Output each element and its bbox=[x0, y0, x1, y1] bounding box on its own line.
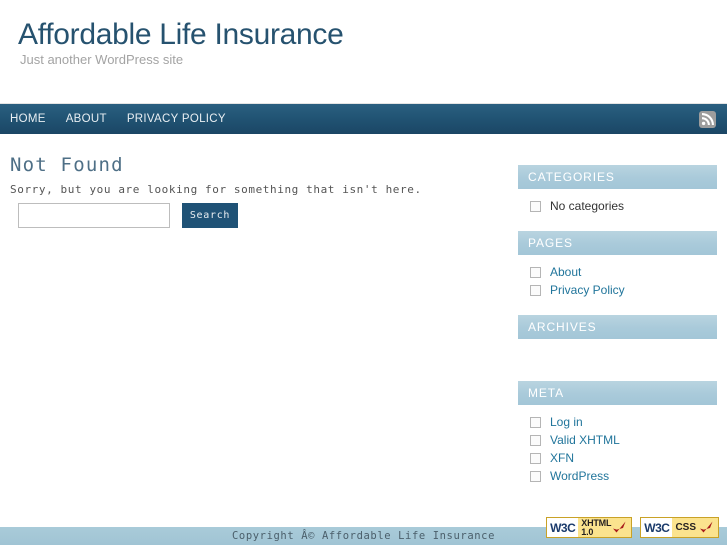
page-root: Affordable Life Insurance Just another W… bbox=[0, 0, 727, 545]
css-badge-body: CSS bbox=[672, 518, 718, 537]
sidebar-link-privacy-policy[interactable]: Privacy Policy bbox=[550, 281, 625, 299]
w3c-xhtml-validation-badge[interactable]: W3C XHTML 1.0 bbox=[546, 517, 633, 538]
w3c-logo-icon: W3C bbox=[547, 518, 579, 537]
site-title[interactable]: Affordable Life Insurance bbox=[18, 17, 344, 53]
nav-item-about[interactable]: ABOUT bbox=[56, 104, 117, 135]
widget-list-categories: No categories bbox=[518, 189, 717, 215]
nav-item-privacy-policy[interactable]: PRIVACY POLICY bbox=[117, 104, 236, 135]
sidebar-link-xfn[interactable]: XFN bbox=[550, 449, 574, 467]
bullet-placeholder-icon bbox=[530, 416, 541, 428]
sidebar-link-log-in[interactable]: Log in bbox=[550, 413, 583, 431]
site-description: Just another WordPress site bbox=[20, 52, 184, 67]
bullet-placeholder-icon bbox=[530, 470, 541, 482]
list-item[interactable]: About bbox=[518, 263, 717, 281]
search-form: Search bbox=[18, 203, 238, 228]
w3c-logo-icon: W3C bbox=[641, 518, 673, 537]
search-input[interactable] bbox=[18, 203, 170, 228]
bullet-placeholder-icon bbox=[530, 284, 541, 296]
list-item[interactable]: Log in bbox=[518, 413, 717, 431]
sidebar: CATEGORIES No categories PAGES About Pri… bbox=[518, 165, 717, 501]
list-item[interactable]: Valid XHTML bbox=[518, 431, 717, 449]
xhtml-badge-lines: XHTML 1.0 bbox=[581, 518, 611, 537]
nav-link-home[interactable]: HOME bbox=[0, 104, 56, 135]
nav-list: HOME ABOUT PRIVACY POLICY bbox=[0, 104, 236, 135]
widget-title-pages: PAGES bbox=[518, 231, 717, 255]
list-item[interactable]: Privacy Policy bbox=[518, 281, 717, 299]
widget-meta: META Log in Valid XHTML XFN WordPress bbox=[518, 381, 717, 485]
list-item[interactable]: WordPress bbox=[518, 467, 717, 485]
widget-categories: CATEGORIES No categories bbox=[518, 165, 717, 215]
site-header: Affordable Life Insurance Just another W… bbox=[0, 0, 727, 103]
css-badge-label: CSS bbox=[675, 522, 696, 533]
nav-link-about[interactable]: ABOUT bbox=[56, 104, 117, 135]
widget-pages: PAGES About Privacy Policy bbox=[518, 231, 717, 299]
rss-feed-icon[interactable] bbox=[699, 111, 716, 128]
not-found-message: Sorry, but you are looking for something… bbox=[10, 183, 422, 196]
nav-item-home[interactable]: HOME bbox=[0, 104, 56, 135]
page-title: Not Found bbox=[10, 154, 124, 176]
widget-title-archives: ARCHIVES bbox=[518, 315, 717, 339]
search-button[interactable]: Search bbox=[182, 203, 238, 228]
validation-badges: W3C XHTML 1.0 W3C CSS bbox=[546, 517, 719, 538]
widget-archives: ARCHIVES bbox=[518, 315, 717, 365]
xhtml-badge-body: XHTML 1.0 bbox=[578, 518, 632, 537]
category-empty-label: No categories bbox=[550, 199, 625, 213]
bullet-placeholder-icon bbox=[530, 434, 541, 446]
nav-link-privacy-policy[interactable]: PRIVACY POLICY bbox=[117, 104, 236, 135]
primary-navigation-bar: HOME ABOUT PRIVACY POLICY bbox=[0, 103, 727, 134]
list-item[interactable]: XFN bbox=[518, 449, 717, 467]
checkmark-icon bbox=[700, 521, 713, 532]
checkmark-icon bbox=[613, 521, 626, 532]
list-item: No categories bbox=[518, 197, 717, 215]
widget-archives-empty bbox=[518, 339, 717, 365]
widget-list-pages: About Privacy Policy bbox=[518, 255, 717, 299]
bullet-placeholder-icon bbox=[530, 266, 541, 278]
xhtml-badge-line2: 1.0 bbox=[581, 526, 594, 537]
w3c-css-validation-badge[interactable]: W3C CSS bbox=[640, 517, 719, 538]
widget-title-meta: META bbox=[518, 381, 717, 405]
sidebar-link-wordpress[interactable]: WordPress bbox=[550, 467, 609, 485]
bullet-placeholder-icon bbox=[530, 200, 541, 212]
widget-list-meta: Log in Valid XHTML XFN WordPress bbox=[518, 405, 717, 485]
sidebar-link-valid-xhtml[interactable]: Valid XHTML bbox=[550, 431, 620, 449]
bullet-placeholder-icon bbox=[530, 452, 541, 464]
sidebar-link-about[interactable]: About bbox=[550, 263, 581, 281]
widget-title-categories: CATEGORIES bbox=[518, 165, 717, 189]
main-content: Not Found Sorry, but you are looking for… bbox=[10, 152, 500, 228]
